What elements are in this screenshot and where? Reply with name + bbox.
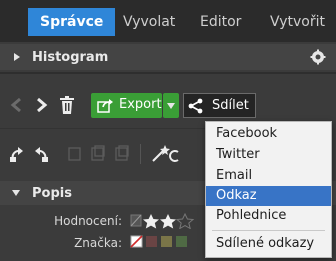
expand-caret-icon: [14, 53, 20, 61]
collapse-caret-icon: [12, 190, 20, 196]
export-label: Export: [119, 97, 162, 112]
histogram-panel-header[interactable]: Histogram: [0, 44, 336, 70]
export-button[interactable]: Export: [91, 93, 162, 118]
color-label-label: Značka:: [74, 236, 122, 250]
module-tab-bar: Správce Vyvolat Editor Vytvořit: [0, 0, 336, 42]
tab-vytvorit[interactable]: Vytvořit: [270, 8, 325, 36]
rotate-icons[interactable]: [9, 145, 49, 163]
stack-icons: [68, 145, 129, 161]
magic-wand-icon[interactable]: [150, 144, 184, 164]
share-label: Sdílet: [212, 98, 249, 113]
menu-item-twitter[interactable]: Twitter: [206, 145, 331, 165]
tab-spravce[interactable]: Správce: [28, 8, 116, 36]
rating-stars[interactable]: [130, 213, 205, 229]
tab-editor[interactable]: Editor: [200, 8, 241, 36]
share-button[interactable]: Sdílet: [183, 93, 256, 118]
tab-vyvolat[interactable]: Vyvolat: [123, 8, 175, 36]
color-label-swatches[interactable]: [130, 235, 205, 249]
toolbar-separator: [140, 144, 141, 164]
back-arrow-icon[interactable]: [10, 97, 22, 113]
chevron-down-icon: [167, 103, 175, 109]
share-dropdown-menu: Facebook Twitter Email Odkaz Pohlednice …: [205, 121, 332, 258]
histogram-title: Histogram: [32, 50, 109, 65]
export-dropdown-button[interactable]: [163, 93, 179, 118]
menu-item-facebook[interactable]: Facebook: [206, 124, 331, 144]
trash-icon[interactable]: [60, 96, 74, 114]
menu-item-pohlednice[interactable]: Pohlednice: [206, 206, 331, 226]
menu-item-sdilene-odkazy[interactable]: Sdílené odkazy: [206, 234, 331, 254]
menu-item-odkaz[interactable]: Odkaz: [206, 186, 331, 206]
popis-title: Popis: [32, 186, 72, 201]
toolbar-divider: [0, 128, 205, 129]
export-icon: [97, 99, 113, 113]
share-icon: [188, 98, 203, 114]
gear-icon[interactable]: [310, 49, 326, 65]
menu-separator: [212, 230, 325, 231]
menu-item-email[interactable]: Email: [206, 166, 331, 186]
forward-arrow-icon[interactable]: [36, 97, 48, 113]
rating-label: Hodnocení:: [54, 214, 122, 228]
panel-divider: [0, 72, 336, 74]
